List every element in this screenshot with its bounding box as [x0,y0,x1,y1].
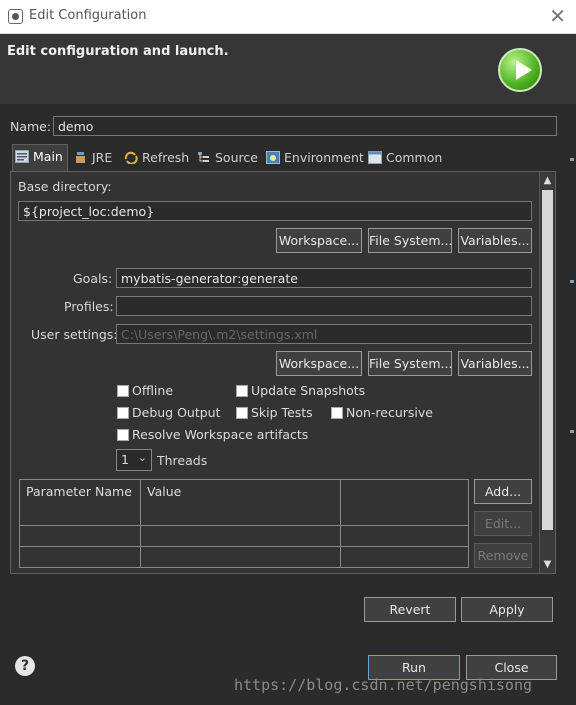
table-cell [20,547,141,567]
user-settings-field[interactable] [116,324,532,344]
tab-jre-label: JRE [92,150,113,165]
edit-parameter-button[interactable]: Edit... [474,511,532,536]
remove-parameter-button[interactable]: Remove [474,543,532,568]
tab-environment[interactable]: Environment [264,146,364,170]
base-directory-label: Base directory: [18,179,112,194]
base-file-system-button[interactable]: File System... [368,228,452,253]
tab-bar: Main JRE Refresh Source Environment Comm… [10,144,556,171]
eclipse-icon [8,9,23,24]
threads-value: 1 [121,452,129,467]
dialog-heading: Edit configuration and launch. [7,44,229,59]
name-field[interactable] [53,116,557,136]
watermark: https://blog.csdn.net/pengshisong [234,676,533,694]
scroll-down-icon[interactable]: ▼ [540,557,555,572]
source-icon [198,152,209,162]
goals-label: Goals: [73,271,113,286]
offline-checkbox[interactable] [117,385,129,397]
tab-refresh-label: Refresh [142,150,190,165]
tab-common[interactable]: Common [366,146,442,170]
settings-file-system-button[interactable]: File System... [368,351,452,376]
non-recursive-checkbox[interactable] [331,407,343,419]
background-edge-mark [570,280,574,283]
scroll-up-icon[interactable]: ▲ [540,173,555,188]
resolve-workspace-label: Resolve Workspace artifacts [132,427,309,442]
tab-main[interactable]: Main [12,144,68,171]
background-edge-mark [570,158,574,161]
window-title: Edit Configuration [29,8,147,23]
base-directory-field[interactable] [18,201,532,221]
update-snapshots-checkbox[interactable] [236,385,248,397]
tab-jre[interactable]: JRE [72,146,112,170]
table-cell [20,526,141,546]
tab-refresh[interactable]: Refresh [122,146,189,170]
help-icon[interactable]: ? [15,656,35,676]
skip-tests-checkbox[interactable] [236,407,248,419]
tab-environment-label: Environment [284,150,364,165]
offline-label: Offline [132,383,174,398]
scrollbar-thumb[interactable] [542,190,553,530]
run-icon [498,48,542,92]
update-snapshots-label: Update Snapshots [251,383,366,398]
column-header-parameter-name[interactable]: Parameter Name [20,480,141,525]
parameters-table[interactable]: Parameter Name Value [19,479,469,568]
dialog-header: Edit configuration and launch. [0,34,576,104]
revert-button[interactable]: Revert [364,597,456,622]
close-icon[interactable]: ✕ [549,4,566,28]
main-tab-content: Base directory: Workspace... File System… [10,171,556,574]
tab-source[interactable]: Source [195,146,258,170]
tab-main-label: Main [33,149,63,164]
tab-common-label: Common [386,150,443,165]
base-variables-button[interactable]: Variables... [458,228,532,253]
base-workspace-button[interactable]: Workspace... [276,228,362,253]
jre-icon [76,152,85,163]
main-tab-icon [15,150,29,163]
add-parameter-button[interactable]: Add... [474,479,532,504]
resolve-workspace-checkbox[interactable] [117,429,129,441]
column-header-value[interactable]: Value [141,480,341,525]
tab-source-label: Source [215,150,258,165]
vertical-scrollbar[interactable]: ▲ ▼ [539,172,555,573]
table-row[interactable] [20,525,468,546]
table-cell [141,526,341,546]
debug-output-label: Debug Output [132,405,221,420]
settings-variables-button[interactable]: Variables... [458,351,532,376]
refresh-icon [124,151,138,164]
name-label: Name: [10,119,52,134]
table-cell [141,547,341,567]
column-header-extra [341,480,468,525]
skip-tests-label: Skip Tests [251,405,313,420]
non-recursive-label: Non-recursive [346,405,433,420]
table-row[interactable] [20,546,468,567]
user-settings-label: User settings: [31,327,118,342]
debug-output-checkbox[interactable] [117,407,129,419]
profiles-label: Profiles: [64,299,114,314]
profiles-field[interactable] [116,296,532,316]
threads-select[interactable]: 1 ⌄ [116,449,152,471]
common-icon [368,151,382,164]
apply-button[interactable]: Apply [461,597,553,622]
environment-icon [266,151,280,164]
threads-label: Threads [157,453,208,468]
settings-workspace-button[interactable]: Workspace... [276,351,362,376]
background-edge-mark [570,430,574,433]
goals-field[interactable] [116,268,532,288]
chevron-down-icon: ⌄ [137,451,147,464]
title-bar: Edit Configuration ✕ [0,0,576,34]
